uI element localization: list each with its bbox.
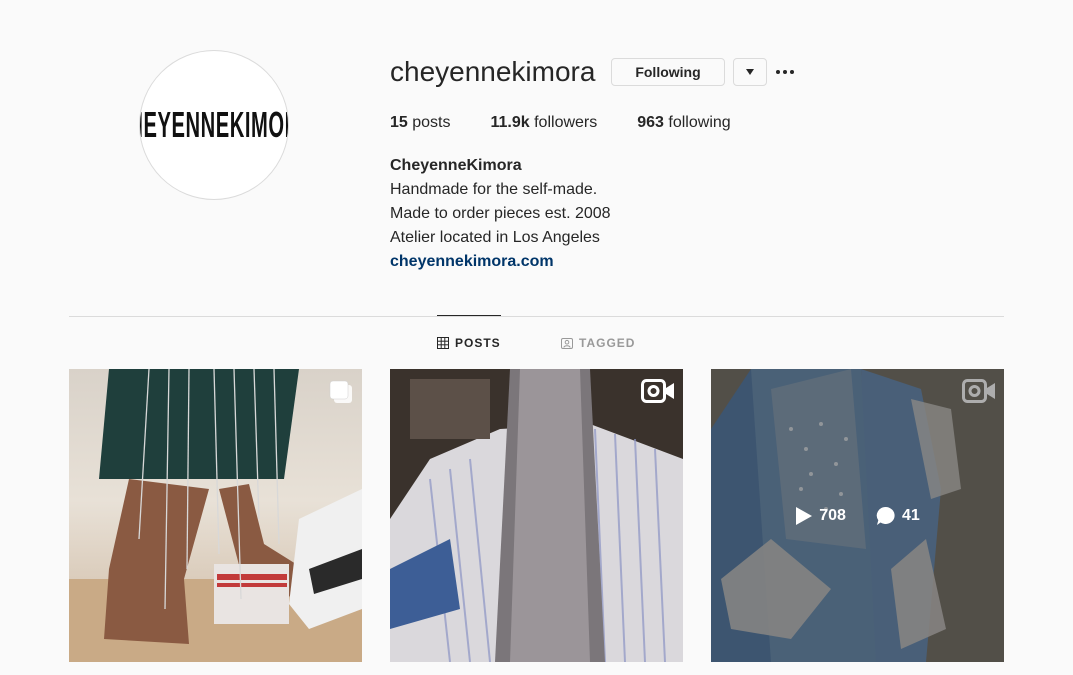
- comment-bubble-icon: [876, 506, 895, 525]
- tab-tagged-label: TAGGED: [579, 336, 636, 350]
- avatar-logo-text: CHEYENNEKIMORA: [140, 104, 288, 145]
- grid-icon: [437, 337, 449, 349]
- tab-tagged[interactable]: TAGGED: [561, 335, 635, 351]
- post-thumbnail-1[interactable]: [69, 369, 362, 662]
- post-1-image: [69, 369, 362, 662]
- profile-avatar[interactable]: CHEYENNEKIMORA: [139, 50, 289, 200]
- website-link[interactable]: cheyennekimora.com: [390, 250, 611, 274]
- bio-line-3: Atelier located in Los Angeles: [390, 229, 600, 246]
- tagged-user-icon: [561, 338, 573, 349]
- carousel-icon: [329, 380, 352, 403]
- post-hover-overlay: 708 41: [711, 369, 1004, 662]
- post-thumbnail-2[interactable]: [390, 369, 683, 662]
- video-icon: [641, 379, 674, 403]
- following-count: 963: [637, 114, 664, 131]
- suggestions-dropdown-button[interactable]: [733, 58, 767, 86]
- caret-down-icon: [746, 69, 754, 75]
- comments-stat: 41: [876, 506, 920, 526]
- play-icon: [796, 506, 813, 525]
- tab-posts[interactable]: POSTS: [437, 335, 501, 351]
- options-button[interactable]: [774, 62, 796, 82]
- followers-stat[interactable]: 11.9k followers: [491, 114, 598, 132]
- post-2-image: [390, 369, 683, 662]
- posts-label: posts: [412, 114, 451, 131]
- more-options-icon: [776, 70, 780, 74]
- profile-page: CHEYENNEKIMORA cheyennekimora Following …: [0, 0, 1073, 675]
- bio-line-2: Made to order pieces est. 2008: [390, 205, 611, 222]
- profile-full-name: CheyenneKimora: [390, 157, 522, 174]
- following-stat[interactable]: 963 following: [637, 114, 730, 132]
- tab-posts-label: POSTS: [455, 336, 501, 350]
- post-thumbnail-3[interactable]: 708 41: [711, 369, 1004, 662]
- views-stat: 708: [795, 506, 846, 526]
- comments-count: 41: [901, 506, 920, 524]
- followers-count: 11.9k: [490, 114, 530, 131]
- tabs-divider: [69, 316, 1004, 317]
- posts-count-stat: 15 posts: [390, 114, 451, 132]
- active-tab-indicator: [437, 315, 501, 316]
- profile-stats: 15 posts 11.9k followers 963 following: [390, 114, 771, 132]
- followers-label: followers: [534, 114, 598, 131]
- following-button[interactable]: Following: [611, 58, 725, 86]
- bio-line-1: Handmade for the self-made.: [390, 181, 598, 198]
- views-count: 708: [819, 506, 846, 524]
- profile-bio: CheyenneKimora Handmade for the self-mad…: [390, 154, 611, 274]
- posts-count: 15: [390, 114, 408, 131]
- following-label: following: [668, 114, 731, 131]
- profile-username: cheyennekimora: [390, 56, 596, 87]
